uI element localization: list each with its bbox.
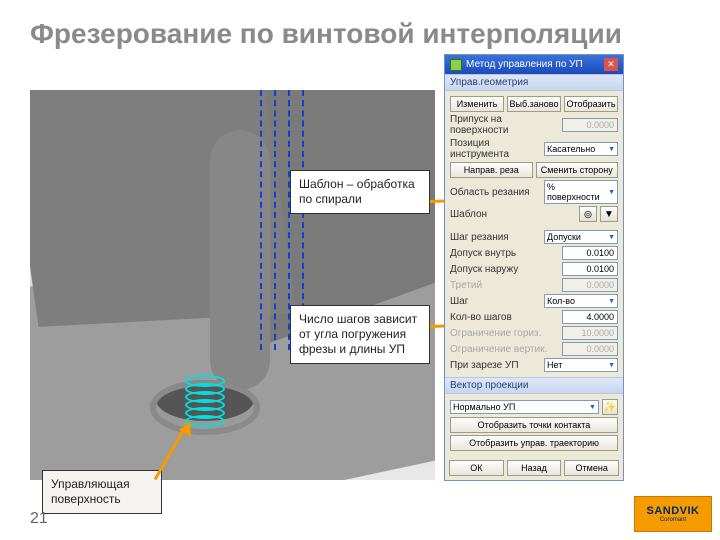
close-icon[interactable]: ✕ bbox=[604, 58, 618, 71]
stock-surface-field: 0.0000 bbox=[562, 118, 618, 132]
chevron-down-icon: ▼ bbox=[604, 209, 614, 220]
page-title: Фрезерование по винтовой интерполяции bbox=[30, 18, 622, 50]
chevron-down-icon: ▼ bbox=[608, 234, 615, 241]
tool-position-label: Позиция инструмента bbox=[450, 138, 541, 160]
wand-icon: ✨ bbox=[604, 402, 616, 413]
pattern-spiral-button[interactable]: ⊚ bbox=[579, 206, 597, 222]
edit-button[interactable]: Изменить bbox=[450, 96, 504, 112]
horiz-limit-label: Ограничение гориз. bbox=[450, 328, 559, 339]
properties-panel: Метод управления по УП ✕ Управ.геометрия… bbox=[444, 54, 624, 481]
chevron-down-icon: ▼ bbox=[589, 404, 596, 411]
section-projection: Вектор проекции bbox=[445, 377, 623, 394]
cad-viewport[interactable] bbox=[30, 90, 435, 480]
cut-region-label: Область резания bbox=[450, 187, 541, 198]
pattern-label: Шаблон bbox=[450, 209, 576, 220]
inner-tol-field[interactable]: 0.0100 bbox=[562, 246, 618, 260]
part-render bbox=[30, 90, 435, 480]
brand-sub: Coromant bbox=[660, 517, 686, 523]
third-field: 0.0000 bbox=[562, 278, 618, 292]
flip-side-button[interactable]: Сменить сторону bbox=[536, 162, 619, 178]
chevron-down-icon: ▼ bbox=[608, 298, 615, 305]
callout-step-count: Число шагов зависит от угла погружения ф… bbox=[290, 305, 430, 364]
chevron-down-icon: ▼ bbox=[608, 362, 615, 369]
outer-tol-field[interactable]: 0.0100 bbox=[562, 262, 618, 276]
cut-step-label: Шаг резания bbox=[450, 232, 541, 243]
panel-title: Метод управления по УП bbox=[466, 59, 583, 70]
spiral-icon: ⊚ bbox=[583, 208, 592, 221]
brand-logo: SANDVIK Coromant bbox=[634, 496, 712, 532]
back-button[interactable]: Назад bbox=[507, 460, 562, 476]
outer-tol-label: Допуск наружу bbox=[450, 264, 559, 275]
reselect-button[interactable]: Выб.заново bbox=[507, 96, 561, 112]
show-trajectory-button[interactable]: Отобразить управ. траекторию bbox=[450, 435, 618, 451]
at-gouge-select[interactable]: Нет▼ bbox=[544, 358, 618, 372]
stock-surface-label: Припуск на поверхности bbox=[450, 114, 559, 136]
third-label: Третий bbox=[450, 280, 559, 291]
callout-control-surface: Управляющая поверхность bbox=[42, 470, 162, 514]
show-contact-button[interactable]: Отобразить точки контакта bbox=[450, 417, 618, 433]
horiz-limit-field: 10.0000 bbox=[562, 326, 618, 340]
step-select[interactable]: Кол-во▼ bbox=[544, 294, 618, 308]
projection-wand-button[interactable]: ✨ bbox=[602, 399, 618, 415]
tool-position-select[interactable]: Касательно▼ bbox=[544, 142, 618, 156]
section-geometry: Управ.геометрия bbox=[445, 74, 623, 91]
chevron-down-icon: ▼ bbox=[608, 146, 615, 153]
method-icon bbox=[450, 59, 462, 71]
projection-select[interactable]: Нормально УП▼ bbox=[450, 400, 599, 414]
vert-limit-field: 0.0000 bbox=[562, 342, 618, 356]
cut-region-select[interactable]: % поверхности▼ bbox=[544, 180, 618, 204]
panel-titlebar[interactable]: Метод управления по УП ✕ bbox=[445, 55, 623, 74]
display-button[interactable]: Отобразить bbox=[564, 96, 618, 112]
pattern-dropdown[interactable]: ▼ bbox=[600, 206, 618, 222]
cancel-button[interactable]: Отмена bbox=[564, 460, 619, 476]
callout-spiral-pattern: Шаблон – обработка по спирали bbox=[290, 170, 430, 214]
step-count-field[interactable]: 4.0000 bbox=[562, 310, 618, 324]
ok-button[interactable]: ОК bbox=[449, 460, 504, 476]
chevron-down-icon: ▼ bbox=[608, 189, 615, 196]
brand-name: SANDVIK bbox=[646, 505, 699, 517]
cut-step-select[interactable]: Допуски▼ bbox=[544, 230, 618, 244]
step-count-label: Кол-во шагов bbox=[450, 312, 559, 323]
page-number: 21 bbox=[30, 510, 48, 528]
inner-tol-label: Допуск внутрь bbox=[450, 248, 559, 259]
vert-limit-label: Ограничение вертик. bbox=[450, 344, 559, 355]
at-gouge-label: При зарезе УП bbox=[450, 360, 541, 371]
step-label: Шаг bbox=[450, 296, 541, 307]
panel-footer: ОК Назад Отмена bbox=[445, 456, 623, 480]
direction-button[interactable]: Направ. реза bbox=[450, 162, 533, 178]
